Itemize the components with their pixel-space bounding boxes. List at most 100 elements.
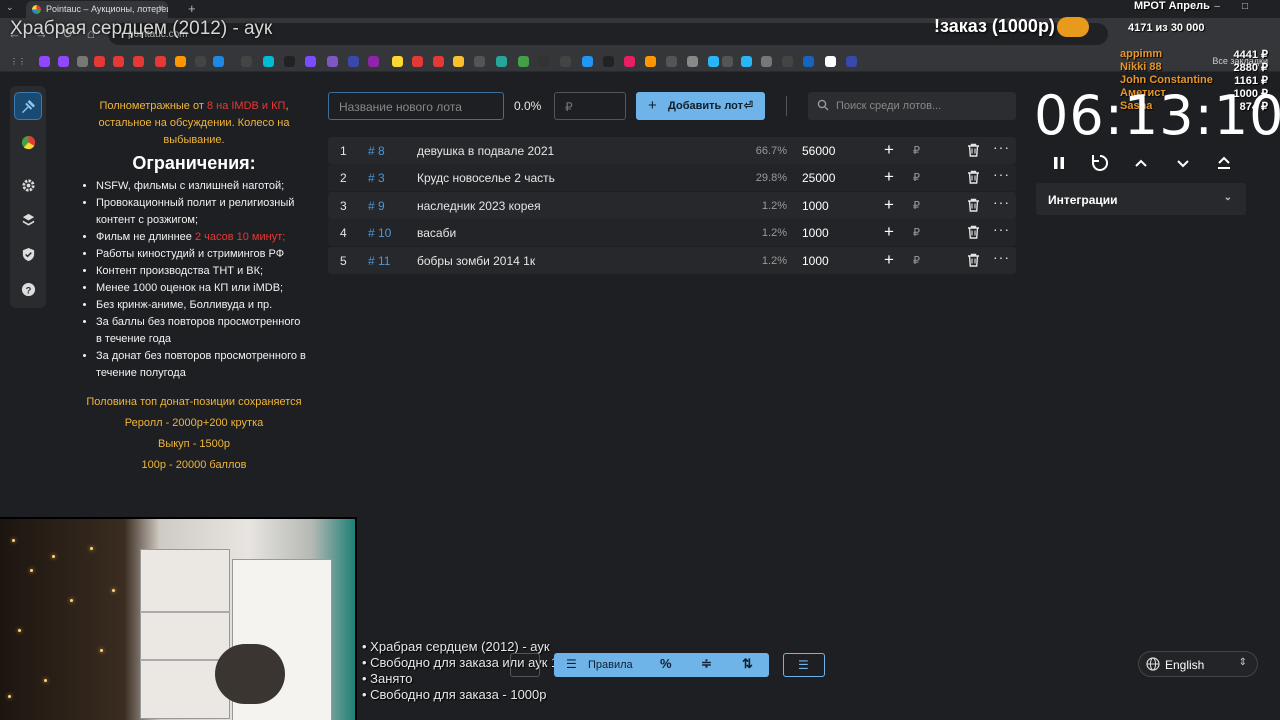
more-options-icon[interactable]: ··· (993, 139, 1010, 155)
clear-lots-button[interactable]: ☰ (783, 653, 825, 677)
bookmark-icon[interactable] (782, 56, 793, 67)
bookmark-icon[interactable] (666, 56, 677, 67)
moderation-button[interactable] (14, 240, 42, 268)
bookmark-icon[interactable] (582, 56, 593, 67)
bookmark-icon[interactable] (645, 56, 656, 67)
bottom-tool-button[interactable] (510, 653, 540, 677)
bookmark-icon[interactable] (560, 56, 571, 67)
more-options-icon[interactable]: ··· (993, 249, 1010, 265)
bookmark-icon[interactable] (213, 56, 224, 67)
youtube-bookmark-icon[interactable] (133, 56, 144, 67)
add-amount-icon[interactable]: + (884, 195, 894, 215)
twitch-bookmark-icon[interactable] (39, 56, 50, 67)
auction-button[interactable] (14, 92, 42, 120)
lot-amount[interactable]: 1000 (802, 254, 829, 268)
rules-heading: Ограничения: (132, 153, 256, 173)
lot-amount[interactable]: 1000 (802, 226, 829, 240)
lot-amount[interactable]: 56000 (802, 144, 835, 158)
trash-icon[interactable] (967, 170, 980, 185)
bookmark-icon[interactable] (412, 56, 423, 67)
pointauc-favicon-icon (32, 5, 41, 14)
percent-icon[interactable]: % (660, 656, 672, 671)
twitch-bookmark-icon[interactable] (58, 56, 69, 67)
amount-input[interactable]: ₽ (554, 92, 626, 120)
list-icon[interactable]: ☰ (566, 657, 577, 671)
bookmark-icon[interactable] (761, 56, 772, 67)
add-amount-icon[interactable]: + (884, 250, 894, 270)
bookmark-icon[interactable] (603, 56, 614, 67)
add-lot-button[interactable]: + Добавить лот ⏎ (636, 92, 765, 120)
more-options-icon[interactable]: ··· (993, 194, 1010, 210)
add-amount-icon[interactable]: + (884, 222, 894, 242)
add-amount-icon[interactable]: + (884, 140, 894, 160)
lot-row: 4 # 10 васаби 1.2% 1000 + ₽ ··· (328, 219, 1016, 247)
chevron-up-icon[interactable] (1130, 152, 1152, 174)
bookmark-icon[interactable] (284, 56, 295, 67)
close-tab-icon[interactable]: × (158, 3, 164, 14)
lot-name[interactable]: девушка в подвале 2021 (417, 144, 554, 158)
integrations-accordion[interactable]: Интеграции ⌄ (1036, 183, 1246, 215)
balance-icon[interactable]: ≑ (701, 656, 712, 672)
bookmark-icon[interactable] (453, 56, 464, 67)
lot-name[interactable]: Крудс новоселье 2 часть (417, 171, 555, 185)
bookmark-icon[interactable] (538, 56, 549, 67)
lot-position: 4 (340, 226, 347, 241)
bookmark-icon[interactable] (327, 56, 338, 67)
trash-icon[interactable] (967, 225, 980, 239)
settings-button[interactable] (14, 171, 42, 199)
lot-name[interactable]: бобры зомби 2014 1к (417, 254, 535, 268)
bookmark-icon[interactable] (846, 56, 857, 67)
youtube-bookmark-icon[interactable] (113, 56, 124, 67)
more-options-icon[interactable]: ··· (993, 166, 1010, 182)
bookmark-icon[interactable] (241, 56, 252, 67)
bookmark-icon[interactable] (77, 56, 88, 67)
bookmark-icon[interactable] (496, 56, 507, 67)
wheel-button[interactable] (14, 128, 42, 156)
layers-button[interactable] (14, 205, 42, 233)
bookmark-icon[interactable] (392, 56, 403, 67)
bookmark-icon[interactable] (348, 56, 359, 67)
lot-name[interactable]: васаби (417, 226, 456, 240)
bookmark-icon[interactable] (305, 56, 316, 67)
youtube-bookmark-icon[interactable] (155, 56, 166, 67)
bookmark-icon[interactable] (624, 56, 635, 67)
tab-search-icon[interactable]: ⌄ (6, 2, 14, 13)
bookmark-icon[interactable] (518, 56, 529, 67)
sort-icon[interactable]: ⇅ (742, 656, 753, 672)
youtube-bookmark-icon[interactable] (94, 56, 105, 67)
telegram-bookmark-icon[interactable] (741, 56, 752, 67)
trash-icon[interactable] (967, 253, 980, 267)
rule-duration-highlight: 2 часов 10 минут; (194, 231, 286, 243)
lot-amount[interactable]: 25000 (802, 171, 835, 185)
bookmark-icon[interactable] (433, 56, 444, 67)
new-tab-icon[interactable]: + (188, 1, 196, 16)
more-options-icon[interactable]: ··· (993, 221, 1010, 237)
lot-name[interactable]: наследник 2023 корея (417, 199, 541, 213)
restart-icon[interactable] (1089, 152, 1111, 174)
language-select[interactable]: English ⇕ (1138, 651, 1258, 677)
trash-icon[interactable] (967, 143, 980, 157)
lot-amount[interactable]: 1000 (802, 199, 829, 213)
help-button[interactable]: ? (14, 275, 42, 303)
new-lot-input[interactable]: Название нового лота (328, 92, 504, 120)
chevron-down-icon[interactable] (1172, 152, 1194, 174)
bookmark-icon[interactable] (474, 56, 485, 67)
bookmark-icon[interactable] (195, 56, 206, 67)
rules-button-label[interactable]: Правила (588, 659, 633, 671)
mail-bookmark-icon[interactable] (175, 56, 186, 67)
bookmark-icon[interactable] (263, 56, 274, 67)
trash-icon[interactable] (967, 198, 980, 212)
double-chevron-up-icon[interactable] (1213, 152, 1235, 174)
browser-tab[interactable]: Pointauc – Аукционы, лотереи × (26, 1, 168, 18)
apps-icon[interactable]: ⋮⋮ (10, 56, 26, 67)
pause-icon[interactable] (1048, 152, 1070, 174)
telegram-bookmark-icon[interactable] (708, 56, 719, 67)
bookmark-icon[interactable] (722, 56, 733, 67)
window-controls[interactable]: –□ (1214, 1, 1270, 12)
bookmark-icon[interactable] (825, 56, 836, 67)
lot-search-input[interactable]: Поиск среди лотов... (808, 92, 1016, 120)
bookmark-icon[interactable] (368, 56, 379, 67)
add-amount-icon[interactable]: + (884, 167, 894, 187)
bookmark-icon[interactable] (687, 56, 698, 67)
bookmark-icon[interactable] (803, 56, 814, 67)
